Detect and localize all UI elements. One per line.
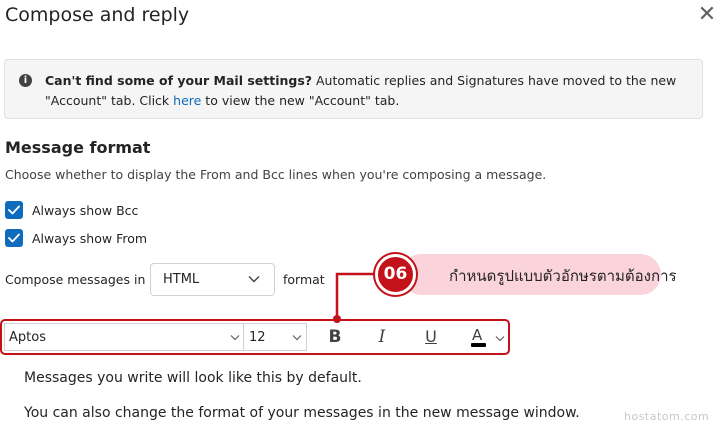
checkmark-icon — [8, 233, 20, 243]
chevron-down-icon — [292, 335, 302, 341]
compose-format-dropdown[interactable]: HTML — [150, 263, 275, 296]
font-color-button[interactable]: A — [466, 325, 508, 349]
italic-button[interactable]: I — [369, 325, 395, 349]
format-suffix-label: format — [283, 272, 325, 287]
always-show-from-checkbox[interactable] — [5, 229, 23, 247]
underline-glyph: U — [425, 327, 437, 346]
info-icon: i — [19, 74, 32, 87]
callout-text: กำหนดรูปแบบตัวอักษรตามต้องการ — [449, 267, 677, 285]
font-size-value: 12 — [249, 330, 266, 345]
info-banner: i Can't find some of your Mail settings?… — [4, 59, 703, 119]
always-show-bcc-checkbox[interactable] — [5, 201, 23, 219]
info-banner-bold-text: Can't find some of your Mail settings? — [45, 73, 313, 88]
callout-connector-line — [333, 272, 376, 323]
chevron-down-icon — [248, 276, 260, 283]
underline-button[interactable]: U — [418, 325, 444, 349]
font-family-value: Aptos — [9, 330, 46, 345]
info-banner-here-link[interactable]: here — [173, 93, 201, 108]
always-show-bcc-row[interactable]: Always show Bcc — [5, 200, 138, 220]
callout-pill: กำหนดรูปแบบตัวอักษรตามต้องการ — [401, 254, 677, 295]
message-format-heading: Message format — [5, 138, 151, 157]
font-color-swatch — [471, 343, 486, 347]
always-show-from-row[interactable]: Always show From — [5, 228, 147, 248]
info-banner-text: Can't find some of your Mail settings? A… — [45, 71, 695, 111]
always-show-bcc-label: Always show Bcc — [32, 202, 139, 218]
compose-messages-label: Compose messages in — [5, 272, 146, 287]
watermark: hostatom.com — [624, 410, 710, 423]
bold-button[interactable]: B — [322, 325, 348, 349]
always-show-from-label: Always show From — [32, 230, 148, 246]
compose-format-value: HTML — [163, 272, 200, 287]
font-size-dropdown[interactable]: 12 — [243, 323, 307, 351]
chevron-down-icon[interactable] — [495, 335, 505, 342]
font-family-dropdown[interactable]: Aptos — [4, 323, 244, 351]
info-banner-text-part2: to view the new "Account" tab. — [201, 93, 400, 108]
message-format-description: Choose whether to display the From and B… — [5, 167, 547, 182]
preview-text-line-2: You can also change the format of your m… — [24, 405, 580, 421]
chevron-down-icon — [230, 335, 240, 341]
checkmark-icon — [8, 205, 20, 215]
preview-text-line-1: Messages you write will look like this b… — [24, 370, 362, 386]
font-color-icon: A — [472, 326, 483, 344]
callout-step-badge: 06 — [375, 254, 416, 295]
dialog-title: Compose and reply — [5, 4, 190, 26]
close-icon[interactable]: ✕ — [694, 2, 720, 28]
